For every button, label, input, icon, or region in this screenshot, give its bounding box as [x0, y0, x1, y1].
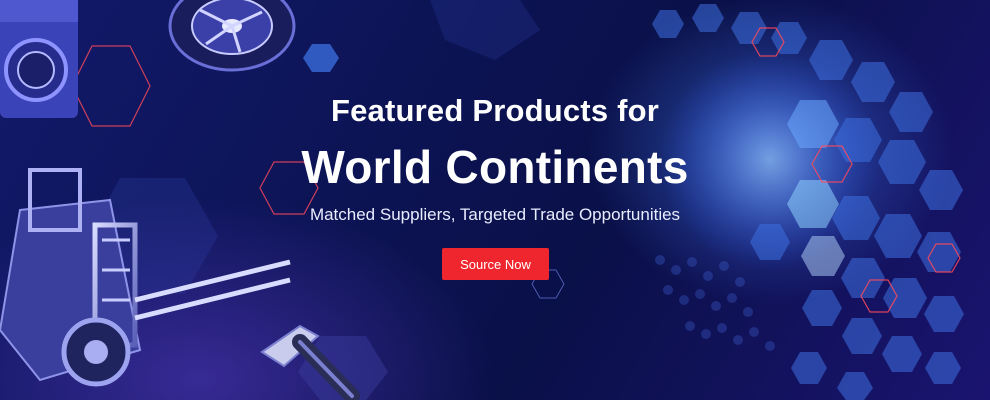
hero-banner: Featured Products for World Continents M… [0, 0, 990, 400]
subtitle: Matched Suppliers, Targeted Trade Opport… [309, 205, 681, 224]
headline-line-1: Featured Products for [330, 93, 660, 128]
banner-artwork [0, 0, 964, 400]
background-hexagon [430, 0, 540, 60]
background-hexagon [303, 44, 339, 72]
tire-wheel-image [168, 0, 296, 72]
source-now-button[interactable]: Source Now [442, 248, 549, 280]
headline-line-2: World Continents [301, 141, 689, 193]
hexagon-globe-image [652, 4, 964, 400]
